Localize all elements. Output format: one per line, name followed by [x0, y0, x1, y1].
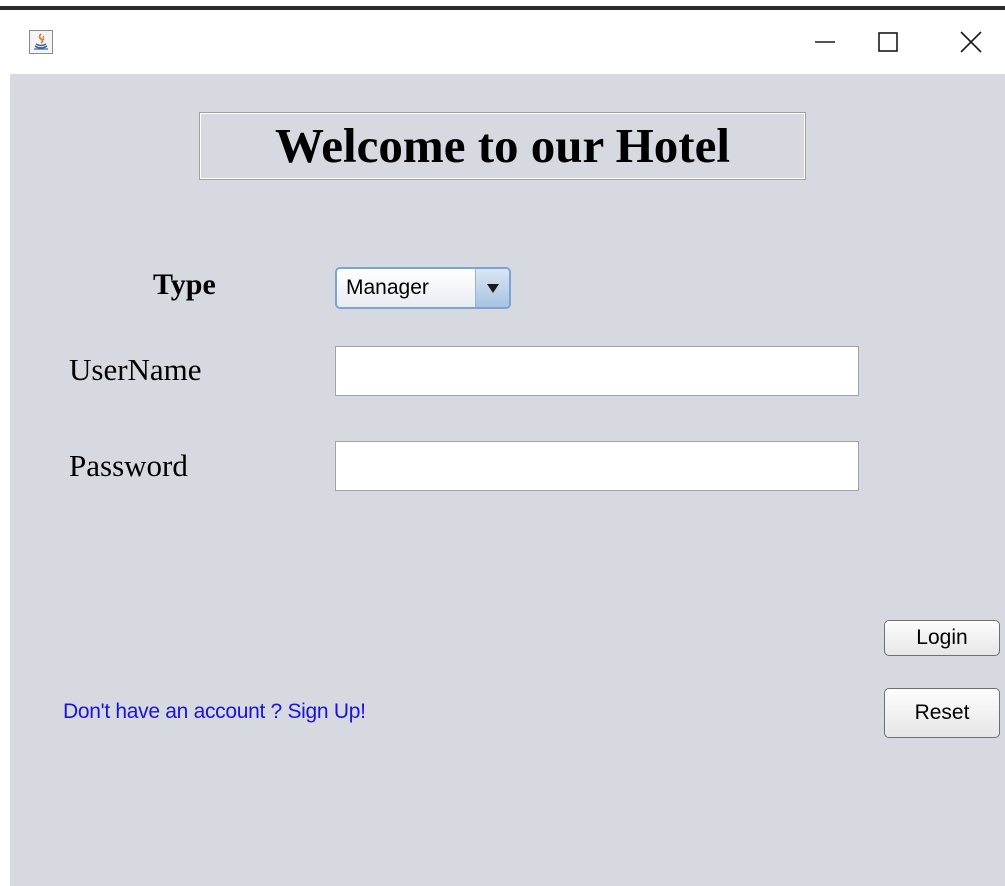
login-button[interactable]: Login [884, 620, 1000, 656]
minimize-icon [815, 41, 835, 43]
username-input[interactable] [335, 346, 859, 396]
type-dropdown[interactable]: Manager [335, 267, 511, 309]
password-label: Password [69, 448, 188, 483]
login-window: Welcome to our Hotel Type Manager UserNa… [0, 0, 1005, 886]
title-bar[interactable] [0, 10, 1005, 74]
type-dropdown-value: Manager [346, 276, 429, 299]
username-label: UserName [69, 352, 202, 387]
java-cup-icon [34, 33, 48, 50]
signup-link[interactable]: Don't have an account ? Sign Up! [63, 700, 366, 724]
close-button[interactable] [941, 20, 1005, 64]
close-icon [960, 31, 982, 53]
login-panel: Welcome to our Hotel Type Manager UserNa… [10, 74, 1005, 886]
reset-button[interactable]: Reset [884, 688, 1000, 738]
minimize-button[interactable] [792, 20, 856, 64]
page-title: Welcome to our Hotel [275, 118, 730, 173]
maximize-button[interactable] [856, 20, 920, 64]
type-label: Type [153, 268, 216, 301]
password-input[interactable] [335, 441, 859, 491]
maximize-icon [878, 32, 898, 52]
heading-box: Welcome to our Hotel [199, 112, 806, 180]
java-app-icon [29, 30, 53, 54]
chevron-down-icon[interactable] [475, 269, 509, 307]
